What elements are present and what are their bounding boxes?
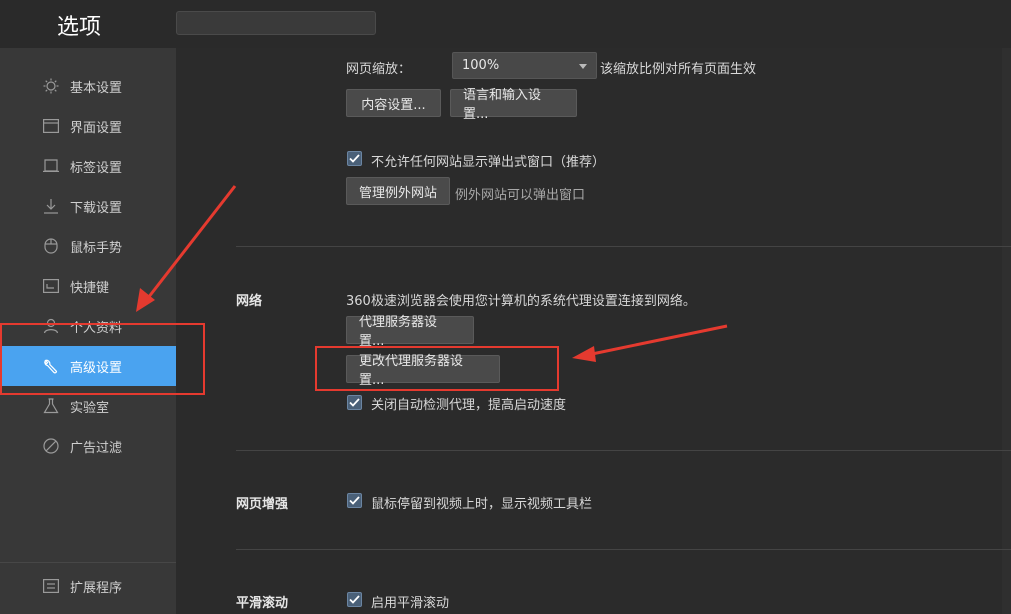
sidebar-item-label: 扩展程序: [70, 580, 123, 596]
check-icon: [349, 496, 360, 505]
scrollbar[interactable]: [1002, 48, 1011, 614]
section-divider: [236, 246, 1011, 247]
manage-exceptions-hint: 例外网站可以弹出窗口: [455, 188, 586, 203]
sidebar-item-interface[interactable]: 界面设置: [0, 106, 176, 146]
tab-icon: [42, 157, 60, 175]
sun-icon: [42, 77, 60, 95]
sidebar-item-shortcuts[interactable]: 快捷键: [0, 266, 176, 306]
block-icon: [42, 437, 60, 455]
smooth-scroll-label: 启用平滑滚动: [371, 596, 450, 611]
sidebar-item-label: 实验室: [70, 400, 110, 416]
sidebar-item-tabs[interactable]: 标签设置: [0, 146, 176, 186]
window-title: 选项: [57, 15, 102, 40]
content-settings-button[interactable]: 内容设置...: [346, 89, 441, 117]
web-enhance-section-title: 网页增强: [236, 497, 289, 512]
settings-content: [176, 48, 1011, 614]
auto-detect-proxy-checkbox[interactable]: [347, 395, 362, 410]
zoom-hint: 该缩放比例对所有页面生效: [600, 62, 757, 77]
sidebar-divider: [0, 562, 176, 563]
sidebar-item-label: 高级设置: [70, 360, 123, 376]
mouse-icon: [42, 237, 60, 255]
zoom-label: 网页缩放：: [346, 62, 412, 77]
smooth-scroll-section-title: 平滑滚动: [236, 596, 289, 611]
zoom-value: 100%: [462, 58, 500, 73]
smooth-scroll-checkbox[interactable]: [347, 592, 362, 607]
section-divider: [236, 450, 1011, 451]
popup-block-label: 不允许任何网站显示弹出式窗口（推荐）: [371, 155, 606, 170]
wrench-icon: [42, 357, 60, 375]
sidebar-item-label: 快捷键: [70, 280, 110, 296]
sidebar-item-label: 下载设置: [70, 200, 123, 216]
check-icon: [349, 595, 360, 604]
sidebar-item-mouse-gesture[interactable]: 鼠标手势: [0, 226, 176, 266]
zoom-select[interactable]: 100%: [452, 52, 597, 79]
search-input[interactable]: [176, 11, 376, 35]
sidebar-item-label: 个人资料: [70, 320, 123, 336]
flask-icon: [42, 397, 60, 415]
extension-icon: [42, 577, 60, 595]
sidebar: 基本设置 界面设置 标签设置 下载设置 鼠标手势 快捷键 个人资料 高级设置 实…: [0, 48, 176, 614]
network-section-title: 网络: [236, 294, 263, 309]
sidebar-item-adblock[interactable]: 广告过滤: [0, 426, 176, 466]
auto-detect-proxy-label: 关闭自动检测代理，提高启动速度: [371, 398, 567, 413]
change-proxy-button[interactable]: 更改代理服务器设置...: [346, 354, 500, 388]
sidebar-item-label: 广告过滤: [70, 440, 123, 456]
sidebar-item-basic[interactable]: 基本设置: [0, 66, 176, 106]
network-description: 360极速浏览器会使用您计算机的系统代理设置连接到网络。: [346, 294, 696, 309]
proxy-settings-button[interactable]: 代理服务器设置...: [346, 315, 474, 349]
sidebar-item-lab[interactable]: 实验室: [0, 386, 176, 426]
sidebar-item-label: 界面设置: [70, 120, 123, 136]
chevron-down-icon: [579, 64, 587, 69]
language-input-button[interactable]: 语言和输入设置...: [450, 88, 577, 122]
sidebar-item-label: 标签设置: [70, 160, 123, 176]
sidebar-item-download[interactable]: 下载设置: [0, 186, 176, 226]
section-divider: [236, 549, 1011, 550]
title-bar: 选项: [0, 0, 1011, 48]
user-icon: [42, 317, 60, 335]
popup-block-checkbox[interactable]: [347, 151, 362, 166]
video-toolbar-checkbox[interactable]: [347, 493, 362, 508]
sidebar-item-extensions[interactable]: 扩展程序: [0, 566, 176, 606]
check-icon: [349, 154, 360, 163]
check-icon: [349, 398, 360, 407]
keyboard-icon: [42, 277, 60, 295]
sidebar-item-label: 鼠标手势: [70, 240, 123, 256]
download-icon: [42, 197, 60, 215]
sidebar-item-advanced[interactable]: 高级设置: [0, 346, 176, 386]
window-icon: [42, 117, 60, 135]
video-toolbar-label: 鼠标停留到视频上时，显示视频工具栏: [371, 497, 593, 512]
manage-exceptions-button[interactable]: 管理例外网站: [346, 177, 450, 205]
sidebar-item-label: 基本设置: [70, 80, 123, 96]
sidebar-item-profile[interactable]: 个人资料: [0, 306, 176, 346]
